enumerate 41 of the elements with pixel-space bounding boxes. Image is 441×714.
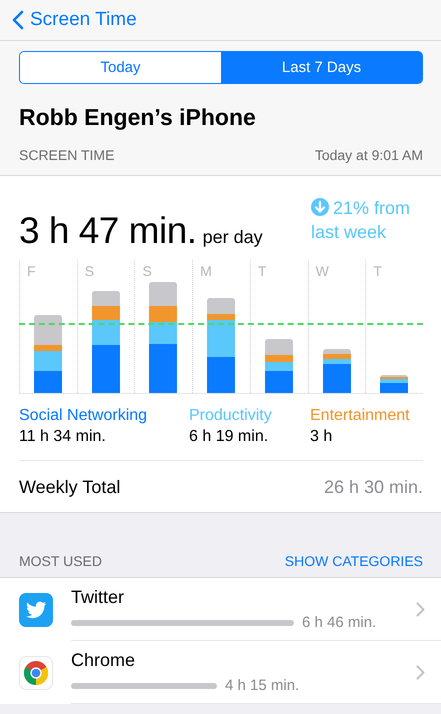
app-row[interactable]: Twitter 6 h 46 min. (0, 578, 441, 641)
tab[interactable]: Last 7 Days (221, 52, 422, 83)
usage-bar (322, 349, 351, 393)
day-label: S (84, 263, 94, 279)
chevron-icon (416, 664, 425, 680)
category-label: Productivity (189, 407, 273, 425)
per-day-label: per day (202, 227, 263, 248)
app-row[interactable]: Chrome 4 h 15 min. (0, 641, 441, 704)
device-title: Robb Engen’s iPhone (19, 104, 257, 131)
app-name: Twitter (71, 587, 126, 608)
updated-time: Today at 9:01 AM (314, 147, 423, 163)
day-label: W (316, 263, 329, 279)
day-label: F (27, 263, 36, 279)
back-chevron-icon (12, 10, 24, 30)
day-label: T (373, 263, 382, 279)
change-text: last week (311, 221, 386, 244)
app-name: Chrome (71, 650, 136, 671)
day-label: S (142, 263, 152, 279)
category-label: Entertainment (310, 407, 410, 425)
change-text: 21% from (333, 198, 410, 218)
day-label: M (200, 263, 212, 279)
usage-bar (380, 375, 408, 393)
average-time: 3 h 47 min. (19, 210, 197, 252)
weekly-total-value: 26 h 30 min. (324, 477, 423, 498)
back-link[interactable]: Screen Time (12, 9, 137, 31)
tab[interactable]: Today (20, 52, 221, 83)
usage-time: 4 h 15 min. (225, 677, 300, 694)
bird-icon (19, 592, 53, 626)
usage-bar (264, 339, 293, 393)
day-label: T (258, 263, 266, 279)
usage-time: 6 h 46 min. (302, 614, 376, 631)
chrome-logo-icon (19, 656, 53, 690)
section-header: MOST USED (19, 553, 102, 569)
category-total: 3 h (310, 428, 334, 446)
category-total: 11 h 34 min. (19, 428, 107, 446)
category-label: Social Networking (19, 407, 148, 425)
chevron-icon (416, 602, 425, 616)
section-header: SCREEN TIME (19, 147, 114, 163)
category-total: 6 h 19 min. (189, 428, 270, 446)
show-categories-link[interactable]: SHOW CATEGORIES (284, 553, 423, 569)
weekly-total-label: Weekly Total (19, 477, 120, 498)
